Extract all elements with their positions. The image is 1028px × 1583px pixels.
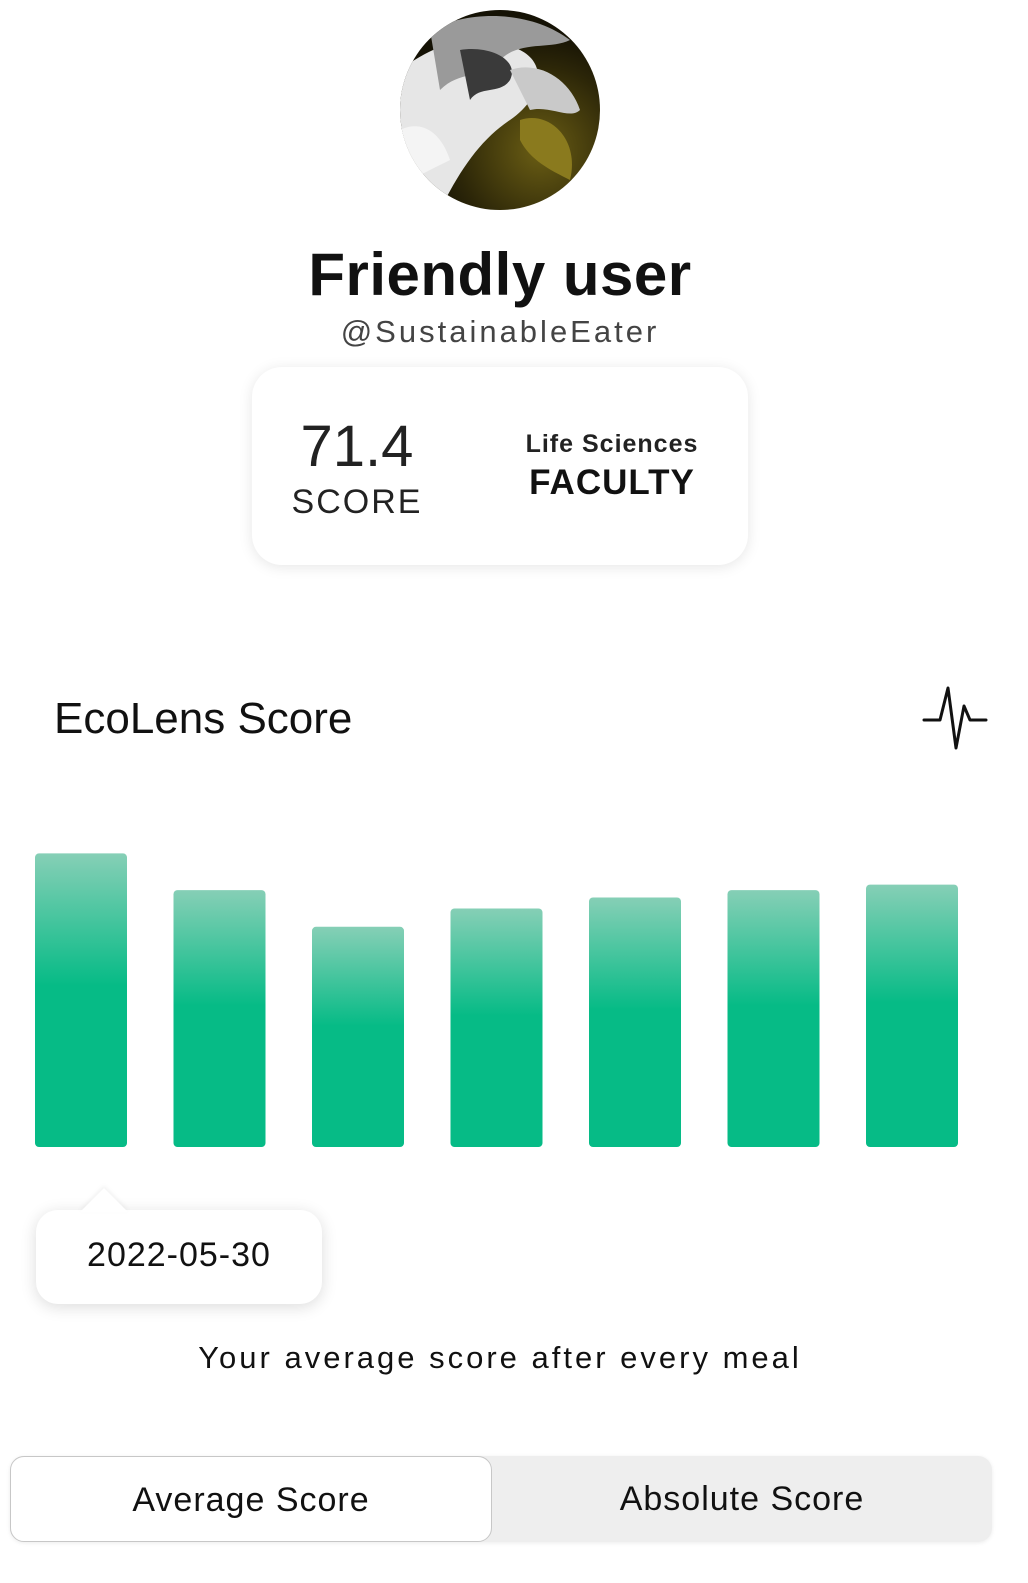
score-label: SCORE: [291, 483, 423, 521]
chart-bar[interactable]: [866, 884, 958, 1147]
date-tooltip: 2022-05-30: [36, 1188, 322, 1304]
tooltip-arrow: [80, 1188, 128, 1212]
avatar[interactable]: [400, 10, 600, 210]
score-type-toggle: Average Score Absolute Score: [10, 1456, 992, 1542]
user-handle: @SustainableEater: [340, 314, 660, 349]
chart-bar[interactable]: [35, 853, 127, 1147]
faculty-name: Life Sciences: [525, 430, 699, 458]
chart-caption: Your average score after every meal: [198, 1340, 802, 1375]
chart-bar[interactable]: [450, 908, 543, 1147]
absolute-score-tab[interactable]: Absolute Score: [492, 1456, 992, 1542]
tooltip-date: 2022-05-30: [87, 1236, 271, 1274]
chart-bar[interactable]: [589, 897, 681, 1147]
chart-bar[interactable]: [727, 890, 820, 1147]
average-score-tab[interactable]: Average Score: [10, 1456, 492, 1542]
score-bar-chart: [35, 853, 958, 1147]
chart-bar[interactable]: [173, 890, 266, 1147]
faculty-label: FACULTY: [529, 463, 695, 502]
section-title: EcoLens Score: [54, 694, 353, 743]
stats-card: 71.4 SCORE Life Sciences FACULTY: [252, 367, 748, 565]
display-name: Friendly user: [308, 241, 692, 308]
score-value: 71.4: [300, 414, 414, 479]
pulse-icon[interactable]: [922, 682, 988, 754]
chart-bar[interactable]: [312, 926, 404, 1147]
avatar-image: [400, 10, 600, 210]
